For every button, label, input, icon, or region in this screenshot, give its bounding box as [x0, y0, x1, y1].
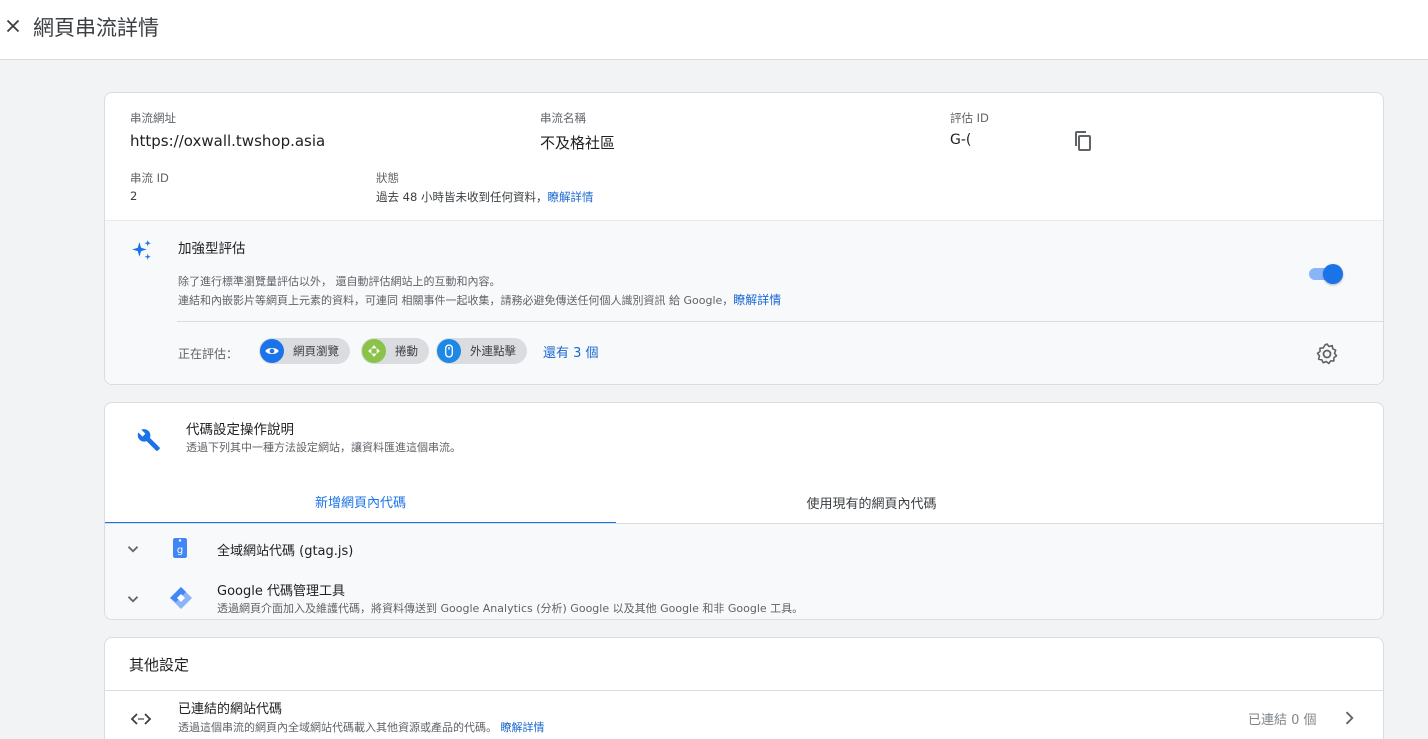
- chevron-down-icon[interactable]: [124, 540, 142, 558]
- tag-manager-icon: [170, 587, 192, 609]
- enhanced-desc-text: 連結和內嵌影片等網頁上元素的資料，可連同 相關事件一起收集，請務必避免傳送任何個…: [178, 294, 734, 307]
- toggle-thumb: [1323, 264, 1343, 284]
- gear-icon[interactable]: [1315, 342, 1339, 366]
- wrench-icon: [137, 429, 160, 452]
- gtag-icon: g: [173, 538, 187, 558]
- copy-icon[interactable]: [1071, 129, 1095, 153]
- chip-outbound-clicks[interactable]: 外連點擊: [436, 338, 527, 364]
- enhanced-desc-2: 連結和內嵌影片等網頁上元素的資料，可連同 相關事件一起收集，請務必避免傳送任何個…: [178, 291, 781, 308]
- stream-name-value: 不及格社區: [540, 134, 616, 152]
- enhanced-desc-1: 除了進行標準瀏覽量評估以外， 還自動評估網站上的互動和內容。: [178, 275, 501, 288]
- chip-label: 網頁瀏覽: [293, 344, 339, 358]
- stream-url-value: https://oxwall.twshop.asia: [130, 132, 326, 150]
- top-bar: 網頁串流詳情: [0, 0, 1428, 60]
- scroll-arrows-icon: [362, 339, 386, 363]
- chevron-right-icon[interactable]: [1339, 708, 1359, 728]
- chip-scroll[interactable]: 捲動: [361, 338, 429, 364]
- option-gtm-desc: 透過網頁介面加入及維護代碼，將資料傳送到 Google Analytics (分…: [217, 602, 804, 615]
- stream-id-label: 串流 ID: [130, 171, 169, 185]
- status-value: 過去 48 小時皆未收到任何資料，: [376, 190, 548, 204]
- scrollbar[interactable]: [1420, 60, 1428, 739]
- chip-label: 外連點擊: [470, 344, 516, 358]
- measurement-id-label: 評估 ID: [950, 111, 989, 125]
- enhanced-measurement-toggle[interactable]: [1307, 262, 1343, 284]
- stream-name-label: 串流名稱: [540, 111, 586, 125]
- eye-icon: [260, 339, 284, 363]
- connected-count: 已連結 0 個: [1248, 713, 1317, 728]
- other-settings-card: 其他設定 已連結的網站代碼 透過這個串流的網頁內全域網站代碼載入其他資源或產品的…: [104, 637, 1384, 739]
- stream-details-card: 串流網址 https://oxwall.twshop.asia 串流名稱 不及格…: [104, 92, 1384, 385]
- enhanced-learn-more-link[interactable]: 瞭解詳情: [733, 293, 781, 307]
- stream-url-label: 串流網址: [130, 111, 176, 125]
- chip-label: 捲動: [395, 344, 418, 358]
- status-label: 狀態: [376, 171, 399, 185]
- status-text: 過去 48 小時皆未收到任何資料，瞭解詳情: [376, 189, 593, 205]
- stream-id-value: 2: [130, 189, 138, 203]
- measuring-label: 正在評估：: [178, 347, 239, 361]
- divider: [177, 321, 1383, 322]
- close-icon[interactable]: [2, 15, 24, 37]
- tagging-subtitle: 透過下列其中一種方法設定網站，讓資料匯進這個串流。: [186, 441, 461, 454]
- other-settings-title: 其他設定: [129, 656, 190, 674]
- tab-add-new-tag[interactable]: 新增網頁內代碼: [105, 480, 616, 524]
- status-learn-more-link[interactable]: 瞭解詳情: [547, 190, 593, 204]
- option-gtm-title[interactable]: Google 代碼管理工具: [217, 580, 345, 599]
- chip-page-views[interactable]: 網頁瀏覽: [259, 338, 350, 364]
- option-gtag-title[interactable]: 全域網站代碼 (gtag.js): [217, 540, 353, 559]
- tagging-title: 代碼設定操作說明: [186, 422, 294, 438]
- tag-options-list: g 全域網站代碼 (gtag.js) Google 代碼管理工具 透過網頁介面加…: [105, 524, 1383, 619]
- enhanced-title: 加強型評估: [178, 241, 246, 257]
- svg-text:g: g: [177, 545, 183, 556]
- connected-site-tags-row[interactable]: 已連結的網站代碼 透過這個串流的網頁內全域網站代碼載入其他資源或產品的代碼。 瞭…: [105, 691, 1383, 739]
- mouse-icon: [437, 339, 461, 363]
- code-icon: [130, 713, 152, 725]
- more-events-link[interactable]: 還有 3 個: [543, 342, 599, 361]
- connected-site-tags-desc: 透過這個串流的網頁內全域網站代碼載入其他資源或產品的代碼。 瞭解詳情: [178, 719, 545, 735]
- page-title: 網頁串流詳情: [33, 16, 159, 40]
- connected-site-tags-title: 已連結的網站代碼: [178, 702, 283, 717]
- tab-use-existing-tag[interactable]: 使用現有的網頁內代碼: [616, 480, 1127, 524]
- sparkle-icon: [132, 240, 151, 260]
- connected-learn-more-link[interactable]: 瞭解詳情: [501, 721, 545, 734]
- measurement-id-value: G-(: [950, 132, 972, 148]
- connected-desc-text: 透過這個串流的網頁內全域網站代碼載入其他資源或產品的代碼。: [178, 721, 497, 734]
- enhanced-measurement-section: 加強型評估 除了進行標準瀏覽量評估以外， 還自動評估網站上的互動和內容。 連結和…: [105, 220, 1383, 384]
- tagging-instructions-card: 代碼設定操作說明 透過下列其中一種方法設定網站，讓資料匯進這個串流。 新增網頁內…: [104, 402, 1384, 620]
- chevron-down-icon[interactable]: [124, 590, 142, 608]
